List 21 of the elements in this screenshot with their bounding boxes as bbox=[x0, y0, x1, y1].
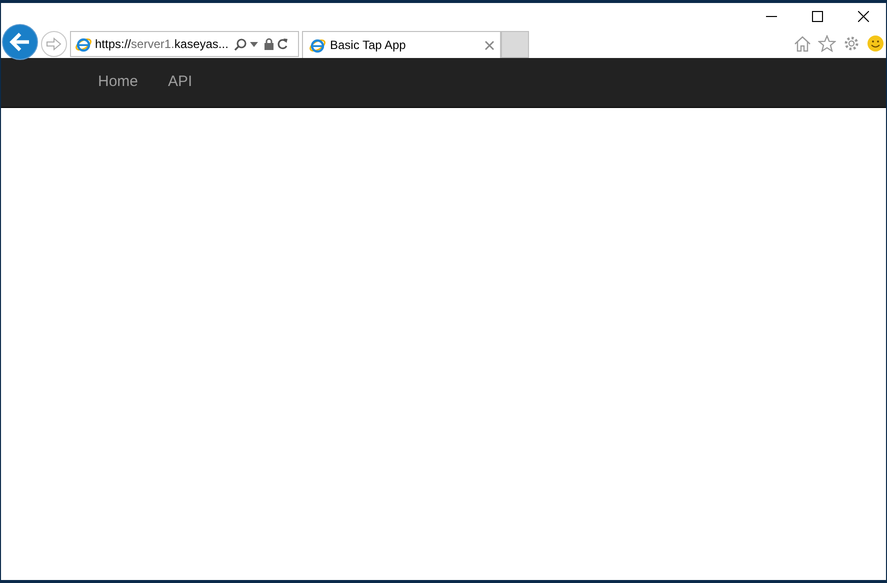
forward-arrow-icon bbox=[46, 37, 62, 51]
back-button[interactable] bbox=[2, 24, 38, 60]
smiley-icon[interactable] bbox=[867, 35, 884, 52]
address-field[interactable]: https://server1.kaseyas... bbox=[70, 31, 299, 57]
refresh-icon[interactable] bbox=[277, 38, 288, 50]
close-tab-icon[interactable] bbox=[485, 40, 494, 50]
search-icon[interactable] bbox=[234, 38, 248, 50]
star-icon[interactable] bbox=[818, 35, 836, 52]
browser-tab[interactable]: Basic Tap App bbox=[302, 31, 501, 58]
nav-link[interactable]: API bbox=[168, 71, 192, 94]
browser-logo-icon bbox=[75, 36, 92, 52]
dropdown-caret-icon[interactable] bbox=[250, 42, 258, 46]
settings-icon[interactable] bbox=[843, 35, 860, 52]
close-icon bbox=[858, 11, 868, 22]
lock-icon[interactable] bbox=[264, 38, 274, 50]
maximize-icon bbox=[812, 11, 822, 22]
home-icon[interactable] bbox=[794, 36, 811, 52]
browser-logo-icon bbox=[309, 36, 326, 54]
url-text: https://server1.kaseyas... bbox=[95, 36, 228, 53]
back-arrow-icon bbox=[9, 32, 31, 52]
nav-link[interactable]: Home bbox=[98, 71, 138, 94]
